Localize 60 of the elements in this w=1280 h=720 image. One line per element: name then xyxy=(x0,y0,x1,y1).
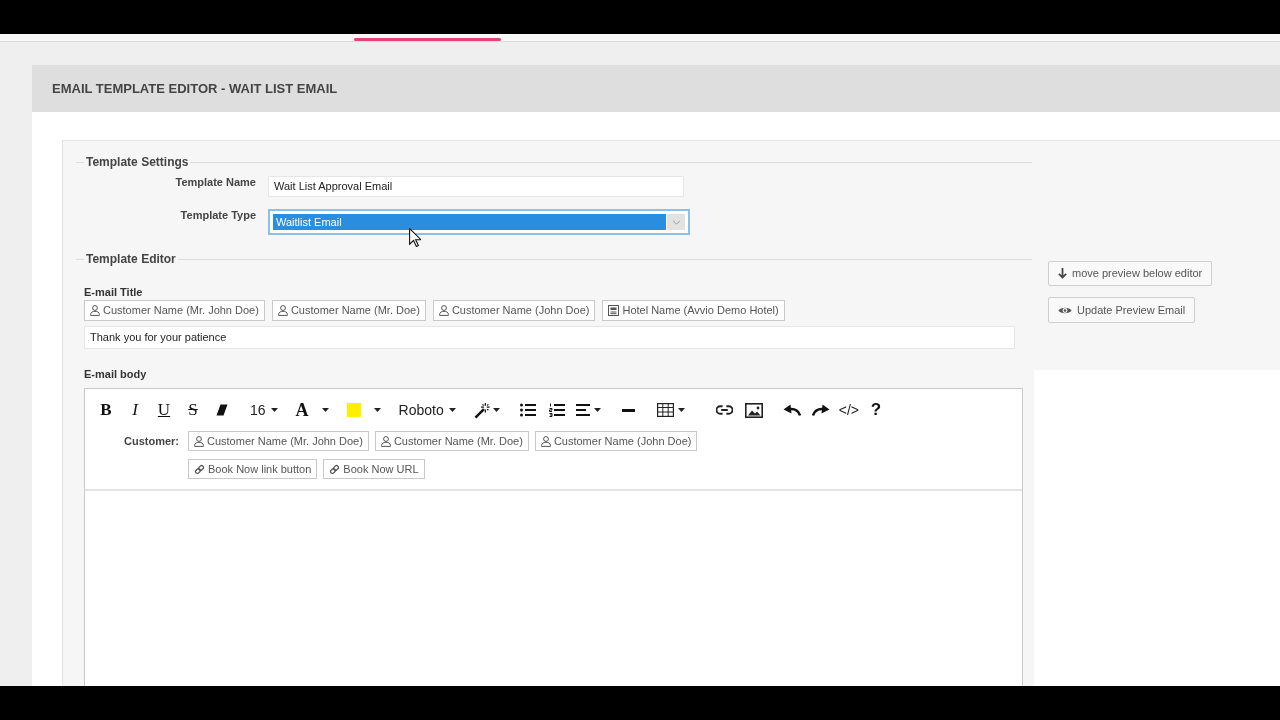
eraser-icon xyxy=(216,404,228,416)
text-field[interactable]: Wait List Approval Email xyxy=(268,176,684,197)
help-button[interactable]: ? xyxy=(863,398,889,422)
merge-field-button[interactable]: Customer Name (Mr. Doe) xyxy=(271,300,426,321)
magic-wand-icon xyxy=(473,401,491,419)
merge-field-button[interactable]: Book Now link button xyxy=(188,459,318,479)
email-title-field[interactable]: Thank you for your patience xyxy=(84,326,1015,349)
font-color-button[interactable]: A xyxy=(291,398,333,422)
merge-field-button[interactable]: Customer Name (Mr. John Doe) xyxy=(84,300,265,321)
merge-field-button[interactable]: Customer Name (John Doe) xyxy=(534,431,698,451)
person-icon xyxy=(540,435,551,447)
italic-button[interactable]: I xyxy=(121,398,149,422)
strikethrough-button[interactable]: S xyxy=(179,398,207,422)
align-left-icon xyxy=(575,404,590,416)
code-view-button[interactable]: </> xyxy=(835,398,862,422)
caret-icon xyxy=(270,408,278,412)
update-preview-button[interactable]: Update Preview Email xyxy=(1048,297,1196,323)
bullet-list-icon xyxy=(519,403,536,417)
merge-field-button[interactable]: Customer Name (Mr. John Doe) xyxy=(188,431,369,451)
field-label: Template Name xyxy=(174,176,256,189)
caret-icon xyxy=(448,408,456,412)
font-family-button[interactable]: Roboto xyxy=(394,398,460,422)
image-icon xyxy=(744,402,763,418)
mouse-pointer-icon xyxy=(409,228,421,247)
merge-field-button[interactable]: Customer Name (Mr. Doe) xyxy=(374,431,529,451)
link-icon xyxy=(194,463,205,475)
merge-field-button[interactable]: Customer Name (John Doe) xyxy=(432,300,596,321)
table-icon xyxy=(656,403,674,417)
field-label: Template Type xyxy=(179,209,256,222)
field-label: E-mail Title xyxy=(84,285,143,299)
redo-icon xyxy=(811,404,830,416)
insert-row-label: Customer: xyxy=(124,433,179,449)
section-legend: Template Settings xyxy=(84,153,191,171)
merge-field-button[interactable]: Hotel Name (Avvio Demo Hotel) xyxy=(602,300,785,321)
person-icon xyxy=(380,435,391,447)
person-icon xyxy=(194,435,204,447)
person-icon xyxy=(438,305,449,316)
caret-icon xyxy=(373,408,381,412)
caret-icon xyxy=(593,408,601,412)
eye-icon xyxy=(1058,305,1072,315)
link-icon xyxy=(716,405,734,415)
field-label: E-mail body xyxy=(84,367,147,381)
list-box-icon xyxy=(608,305,620,316)
numbered-list-icon xyxy=(548,403,565,417)
person-icon xyxy=(90,305,100,316)
arrow-down-icon xyxy=(1058,268,1067,279)
font-size-button[interactable]: 16 xyxy=(246,398,282,422)
page-title: EMAIL TEMPLATE EDITOR - WAIT LIST EMAIL xyxy=(52,79,338,98)
caret-icon xyxy=(321,408,329,412)
undo-icon xyxy=(782,404,801,416)
underline-button[interactable]: U xyxy=(150,398,178,422)
person-icon xyxy=(277,305,288,316)
move-preview-button[interactable]: move preview below editor xyxy=(1048,261,1213,286)
caret-icon xyxy=(492,408,500,412)
section-legend: Template Editor xyxy=(84,250,178,268)
bold-button[interactable]: B xyxy=(92,398,120,422)
link-icon xyxy=(329,463,341,475)
chevron-down-icon xyxy=(667,214,685,230)
merge-field-button[interactable]: Book Now URL xyxy=(323,459,425,479)
caret-icon xyxy=(677,408,685,412)
